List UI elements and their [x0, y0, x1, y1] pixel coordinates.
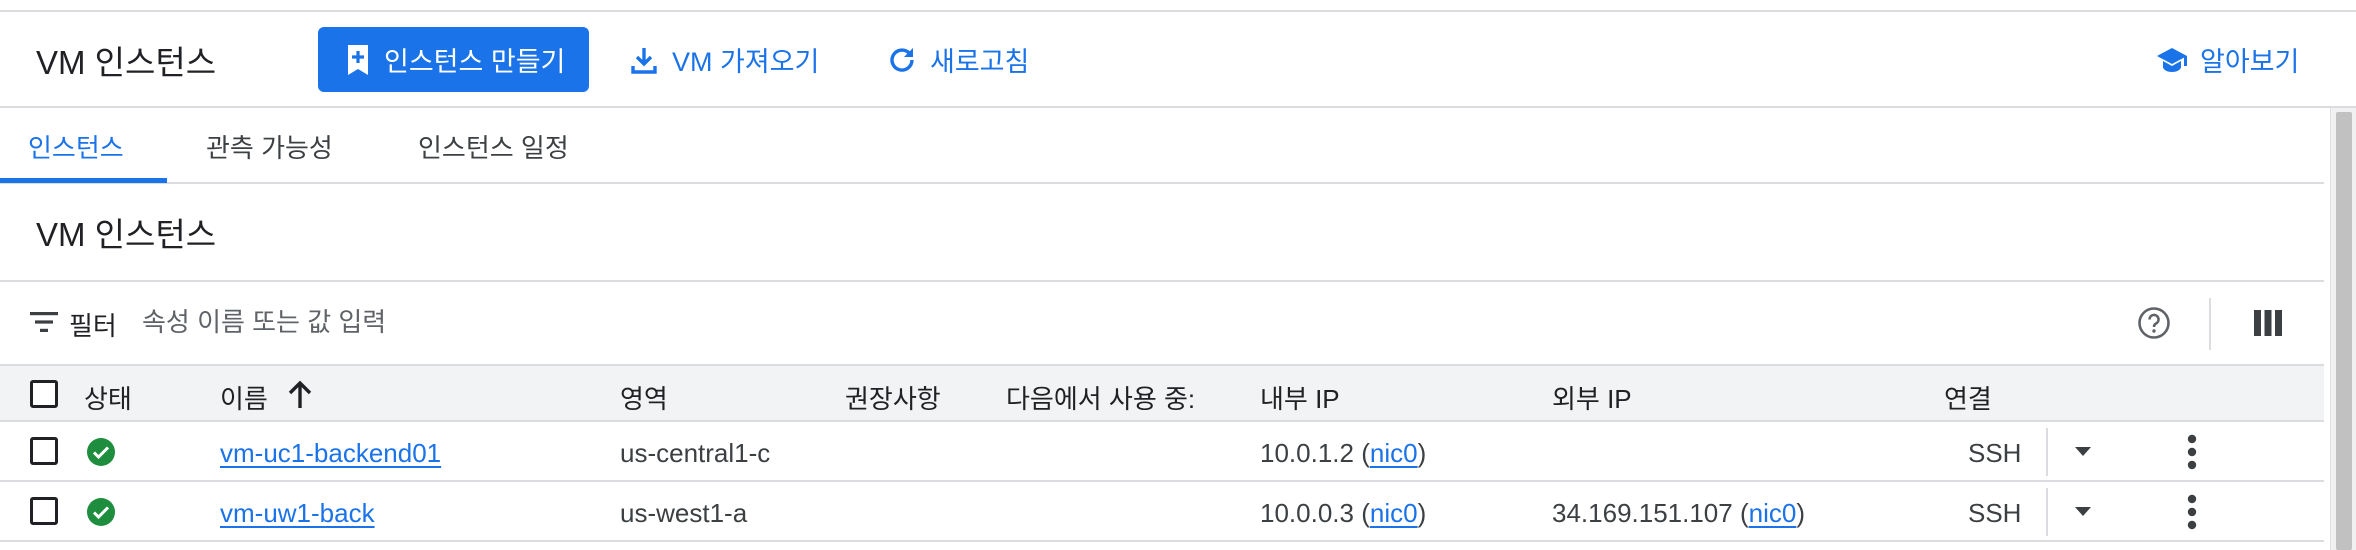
learn-label: 알아보기: [2200, 47, 2300, 77]
action-bar: VM 인스턴스 인스턴스 만들기 VM 가져오기 새로고침 알아보기: [0, 12, 2356, 108]
column-in-use-by[interactable]: 다음에서 사용 중:: [1006, 379, 1195, 416]
more-vert-icon[interactable]: [2186, 434, 2198, 470]
chevron-down-icon[interactable]: [2072, 444, 2094, 458]
add-bookmark-icon: [348, 44, 368, 75]
chevron-down-icon[interactable]: [2072, 504, 2094, 518]
ssh-divider: [2046, 488, 2048, 536]
external-ip-value: 34.169.151.107: [1552, 498, 1733, 528]
refresh-icon: [890, 47, 914, 72]
column-external-ip[interactable]: 외부 IP: [1552, 379, 1632, 416]
instance-zone: us-central1-c: [620, 438, 771, 468]
import-vm-label: VM 가져오기: [672, 47, 820, 77]
internal-ip: 10.0.1.2 (nic0): [1260, 438, 1427, 468]
ssh-button[interactable]: SSH: [1968, 498, 2021, 529]
create-instance-label: 인스턴스 만들기: [384, 47, 566, 77]
more-vert-icon[interactable]: [2186, 494, 2198, 530]
refresh-button[interactable]: 새로고침: [886, 27, 1029, 92]
table-header: 상태 이름 영역 권장사항 다음에서 사용 중: 내부 IP 외부 IP 연결: [0, 364, 2324, 422]
instance-name-link[interactable]: vm-uc1-backend01: [220, 438, 441, 469]
internal-ip-value: 10.0.1.2: [1260, 438, 1354, 468]
school-icon: [2157, 47, 2187, 72]
row-checkbox[interactable]: [30, 437, 58, 465]
import-vm-button[interactable]: VM 가져오기: [628, 27, 819, 92]
instance-zone: us-west1-a: [620, 498, 748, 528]
column-connect: 연결: [1944, 384, 1992, 414]
external-ip: 34.169.151.107 (nic0): [1552, 498, 1805, 528]
filter-label: 필터: [69, 311, 117, 341]
check-circle-icon: [87, 438, 115, 466]
external-nic-link[interactable]: nic0: [1749, 498, 1797, 528]
ssh-divider: [2046, 428, 2048, 476]
instance-name-link[interactable]: vm-uw1-back: [220, 498, 375, 529]
row-checkbox[interactable]: [30, 497, 58, 525]
internal-ip: 10.0.0.3 (nic0): [1260, 498, 1427, 528]
ssh-button[interactable]: SSH: [1968, 438, 2021, 469]
column-status[interactable]: 상태: [84, 379, 132, 416]
active-tab-indicator: [0, 178, 167, 183]
column-zone[interactable]: 영역: [620, 379, 668, 416]
filter-bar: 필터: [0, 282, 2324, 364]
select-all-checkbox[interactable]: [30, 380, 58, 408]
filter-divider: [2209, 298, 2211, 350]
create-instance-button[interactable]: 인스턴스 만들기: [318, 27, 589, 92]
internal-nic-link[interactable]: nic0: [1370, 438, 1418, 468]
tab-instance-schedules[interactable]: 인스턴스 일정: [418, 128, 569, 165]
filter-icon[interactable]: [30, 310, 58, 334]
tab-observability[interactable]: 관측 가능성: [206, 128, 333, 165]
internal-nic-link[interactable]: nic0: [1370, 498, 1418, 528]
refresh-label: 새로고침: [930, 47, 1030, 77]
column-internal-ip[interactable]: 내부 IP: [1260, 379, 1340, 416]
learn-button[interactable]: 알아보기: [2156, 27, 2299, 92]
check-circle-icon: [87, 498, 115, 526]
column-recommendation[interactable]: 권장사항: [845, 379, 941, 416]
table-row: vm-uw1-back us-west1-a 10.0.0.3 (nic0) 3…: [0, 482, 2324, 542]
scrollbar-thumb[interactable]: [2336, 112, 2352, 550]
table-row: vm-uc1-backend01 us-central1-c 10.0.1.2 …: [0, 422, 2324, 482]
tab-bar: 인스턴스 관측 가능성 인스턴스 일정: [0, 108, 2324, 184]
column-display-icon[interactable]: [2254, 310, 2282, 336]
help-icon[interactable]: [2137, 306, 2171, 340]
page: VM 인스턴스 인스턴스 만들기 VM 가져오기 새로고침 알아보기 인스턴스 …: [0, 0, 2356, 550]
internal-ip-value: 10.0.0.3: [1260, 498, 1354, 528]
column-name[interactable]: 이름: [220, 379, 268, 416]
tab-instances[interactable]: 인스턴스: [28, 128, 124, 165]
arrow-up-icon[interactable]: [286, 380, 314, 410]
download-icon: [631, 47, 657, 74]
section-title: VM 인스턴스: [36, 216, 217, 253]
page-title: VM 인스턴스: [36, 44, 217, 81]
filter-input[interactable]: [142, 300, 2042, 344]
